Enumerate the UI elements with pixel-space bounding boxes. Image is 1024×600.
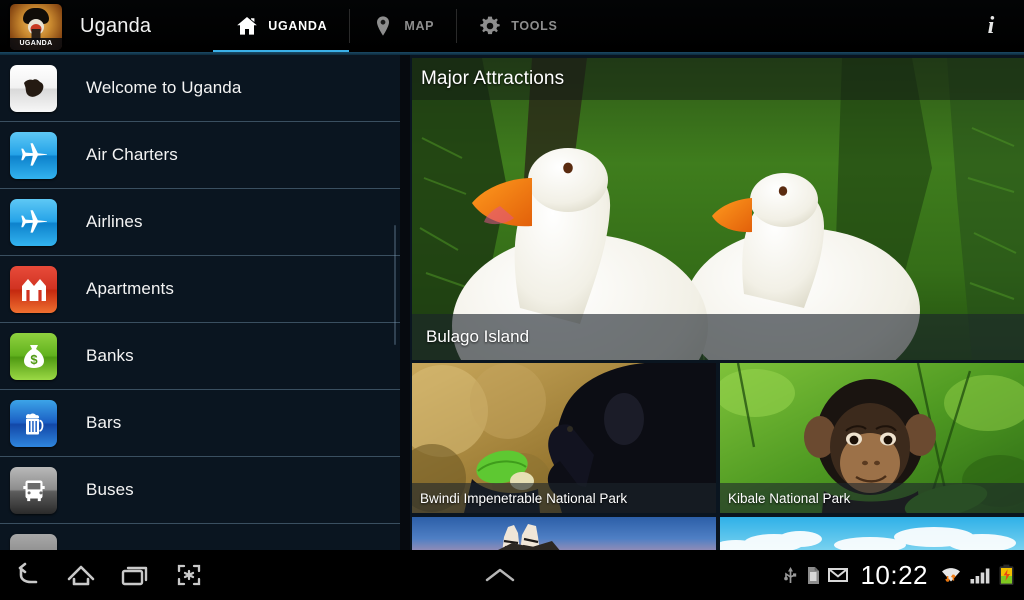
tab-tools[interactable]: TOOLS [456,0,579,52]
app-icon-label: UGANDA [10,38,62,50]
airplane-icon [10,198,57,246]
action-bar: UGANDA Uganda UGANDA MAP TOOLS i [0,0,1024,55]
tablet-screen: UGANDA Uganda UGANDA MAP TOOLS i Welcome… [0,0,1024,600]
attractions-panel: Major Attractions Bulago Island Bwindi I… [410,55,1024,550]
sidebar-item-label: Banks [86,346,134,365]
thumbnail-caption-bar: Kibale National Park [720,483,1024,513]
info-icon[interactable]: i [968,0,1014,52]
apartment-building-icon [10,265,57,313]
sidebar-item-airlines[interactable]: Airlines [0,189,400,256]
back-icon [18,562,38,584]
home-button[interactable] [54,550,108,600]
info-glyph: i [987,12,995,39]
sidebar-item-label: Air Charters [86,145,178,164]
hero-caption: Bulago Island [426,327,530,346]
thumbnail-caption-bar: Bwindi Impenetrable National Park [412,483,716,513]
sidebar-item-buses[interactable]: Buses [0,457,400,524]
thumbnail-photo-zebras-sky [412,517,716,550]
page-title: Uganda [80,14,152,37]
thumbnail-bwindi[interactable]: Bwindi Impenetrable National Park [412,363,716,513]
svg-text:$: $ [30,352,38,367]
home-icon [235,14,259,38]
thumbnail-row-2 [412,517,1024,550]
sidebar-item-label: Apartments [86,279,174,298]
sidebar-item-label: Bars [86,413,122,432]
gear-icon [478,14,502,38]
body-area: Welcome to Uganda Air Charters Airlines [0,55,1024,550]
back-button[interactable] [0,550,54,600]
screenshot-icon [177,564,201,586]
sidebar-item-bars[interactable]: Bars [0,390,400,457]
thumbnail-photo-sky-clouds [720,517,1024,550]
tab-map[interactable]: MAP [349,0,456,52]
tab-tools-label: TOOLS [511,19,558,33]
thumbnail-sky[interactable] [720,517,1024,550]
uganda-map-icon [10,64,57,112]
status-clock: 10:22 [860,559,929,590]
sidebar-item-apartments[interactable]: Apartments [0,256,400,323]
thumbnail-caption: Bwindi Impenetrable National Park [420,490,628,506]
thumbnail-kibale[interactable]: Kibale National Park [720,363,1024,513]
sidebar-item-banks[interactable]: $ Banks [0,323,400,390]
sidebar-item-partial[interactable] [0,524,400,550]
section-title-bar: Major Attractions [412,58,1024,100]
section-title: Major Attractions [421,68,565,89]
tab-uganda-label: UGANDA [268,19,328,33]
status-tray[interactable]: 10:22 [783,560,1015,591]
show-keyboard-button[interactable] [470,550,530,600]
partial-item-icon [10,533,57,550]
chevron-up-icon [485,568,514,582]
sidebar-item-label: Airlines [86,212,143,231]
sidebar-item-welcome-to-uganda[interactable]: Welcome to Uganda [0,55,400,122]
mail-icon [828,568,849,582]
money-bag-icon: $ [10,332,57,380]
sd-card-icon [808,566,820,584]
thumbnail-caption: Kibale National Park [728,490,851,506]
tab-map-label: MAP [404,19,435,33]
recent-apps-button[interactable] [108,550,162,600]
sidebar-scrollbar[interactable] [394,225,396,345]
system-navigation-bar: 10:22 [0,550,1024,600]
sidebar-item-air-charters[interactable]: Air Charters [0,122,400,189]
thumbnail-zebras[interactable] [412,517,716,550]
beer-mug-icon [10,399,57,447]
thumbnail-row-1: Bwindi Impenetrable National Park Kibale… [412,363,1024,513]
home-icon [67,565,95,586]
tab-bar: UGANDA MAP TOOLS [213,0,579,55]
tab-uganda[interactable]: UGANDA [213,0,350,55]
recent-apps-icon [121,566,148,586]
screenshot-button[interactable] [162,550,216,600]
hero-caption-bar: Bulago Island [412,314,1024,360]
sidebar-item-label: Welcome to Uganda [86,78,242,97]
battery-icon [999,564,1014,585]
wifi-icon [942,568,961,583]
bus-icon [10,466,57,514]
hero-card[interactable]: Major Attractions Bulago Island [412,58,1024,360]
usb-icon [784,567,797,583]
app-icon[interactable]: UGANDA [10,4,62,50]
cell-signal-icon [970,568,990,584]
sidebar-item-label: Buses [86,480,134,499]
category-sidebar[interactable]: Welcome to Uganda Air Charters Airlines [0,55,400,550]
airplane-icon [10,131,57,179]
map-pin-icon [371,14,395,38]
